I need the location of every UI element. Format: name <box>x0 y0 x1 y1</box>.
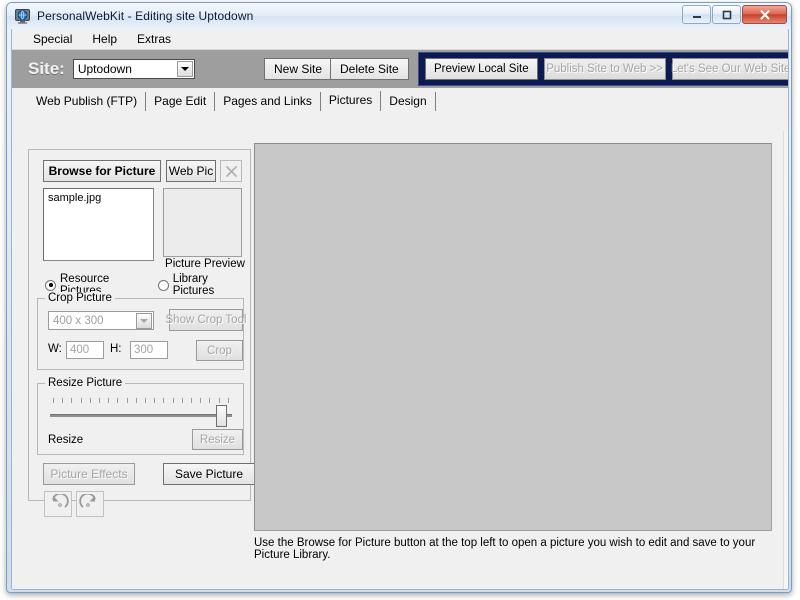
window-title: PersonalWebKit - Editing site Uptodown <box>37 9 254 23</box>
publish-actions-panel: Preview Local Site Publish Site to Web >… <box>418 52 788 86</box>
crop-button: Crop <box>196 340 243 361</box>
crop-picture-title: Crop Picture <box>45 292 115 304</box>
picture-tools-panel: Browse for Picture Web Pic sample.jpg Pi… <box>28 149 255 517</box>
chevron-down-icon[interactable] <box>176 61 193 77</box>
client-area: Special Help Extras Site: Uptodown New S… <box>11 29 789 590</box>
crop-height-input: 300 <box>130 341 168 359</box>
maximize-icon <box>713 6 740 23</box>
site-select-value: Uptodown <box>77 62 132 76</box>
maximize-button[interactable] <box>712 5 741 24</box>
resize-slider-track[interactable] <box>50 414 232 417</box>
new-site-button[interactable]: New Site <box>264 58 333 80</box>
tab-page-edit[interactable]: Page Edit <box>146 92 216 111</box>
radio-library-pictures-label: Library Pictures <box>172 273 215 297</box>
radio-resource-pictures[interactable] <box>45 279 56 291</box>
clear-picture-icon <box>220 160 242 182</box>
list-item[interactable]: sample.jpg <box>48 192 149 204</box>
tab-design[interactable]: Design <box>381 92 436 111</box>
picture-preview-label: Picture Preview <box>165 258 245 270</box>
pictures-tab-panel: Browse for Picture Web Pic sample.jpg Pi… <box>12 131 788 589</box>
crop-width-label: W: <box>48 343 62 355</box>
close-icon <box>743 6 786 23</box>
menu-item-help[interactable]: Help <box>83 30 126 48</box>
resize-slider-thumb[interactable] <box>216 405 227 427</box>
globe-monitor-icon <box>14 8 31 25</box>
save-picture-button[interactable]: Save Picture <box>163 463 255 485</box>
rotate-clockwise-icon[interactable] <box>76 491 104 517</box>
tab-pages-and-links[interactable]: Pages and Links <box>215 92 321 111</box>
resize-slider-ticks <box>53 398 229 404</box>
menu-item-extras[interactable]: Extras <box>128 30 180 48</box>
tab-web-publish-ftp[interactable]: Web Publish (FTP) <box>28 92 147 111</box>
preview-local-site-button[interactable]: Preview Local Site <box>425 58 538 80</box>
picture-file-list[interactable]: sample.jpg <box>43 188 154 261</box>
crop-picture-group: Crop Picture 400 x 300 Show Crop Tool W:… <box>37 292 247 370</box>
minimize-icon <box>683 6 710 23</box>
site-toolbar: Site: Uptodown New Site Delete Site Prev… <box>12 50 788 88</box>
hint-text: Use the Browse for Picture button at the… <box>254 537 756 561</box>
browse-for-picture-button[interactable]: Browse for Picture <box>43 160 161 182</box>
publish-site-to-web-button: Publish Site to Web >> <box>543 58 666 80</box>
crop-width-input: 400 <box>66 341 104 359</box>
application-window: PersonalWebKit - Editing site Uptodown S… <box>6 2 792 593</box>
window-controls <box>682 5 787 24</box>
rotate-counter-clockwise-icon[interactable] <box>44 491 72 517</box>
delete-site-button[interactable]: Delete Site <box>330 58 409 80</box>
tab-pictures[interactable]: Pictures <box>320 91 382 111</box>
lets-see-our-web-site-button: Let's See Our Web Site <box>671 58 788 80</box>
picture-preview-box <box>163 188 242 257</box>
resize-button: Resize <box>192 429 243 450</box>
title-bar: PersonalWebKit - Editing site Uptodown <box>7 3 791 29</box>
chevron-down-icon <box>136 313 152 329</box>
resize-picture-group: Resize Picture Resize Resize <box>37 377 244 455</box>
site-select[interactable]: Uptodown <box>72 59 195 79</box>
menu-item-special[interactable]: Special <box>24 30 81 48</box>
minimize-button[interactable] <box>682 5 711 24</box>
resize-label: Resize <box>48 434 84 446</box>
close-button[interactable] <box>742 5 787 24</box>
tab-strip: Web Publish (FTP) Page Edit Pages and Li… <box>12 88 788 111</box>
resize-picture-title: Resize Picture <box>45 377 126 389</box>
web-pic-button[interactable]: Web Pic <box>166 160 216 182</box>
crop-size-value: 400 x 300 <box>53 314 104 327</box>
show-crop-tool-button: Show Crop Tool <box>166 309 247 331</box>
crop-height-label: H: <box>110 343 122 355</box>
site-label: Site: <box>28 59 65 78</box>
picture-canvas[interactable] <box>254 143 772 531</box>
picture-effects-button: Picture Effects <box>43 463 135 485</box>
radio-library-pictures[interactable] <box>157 279 169 291</box>
crop-size-select: 400 x 300 <box>48 311 154 330</box>
menu-bar: Special Help Extras <box>12 29 788 50</box>
resize-slider[interactable] <box>50 398 232 432</box>
vertical-scrollbar[interactable] <box>783 131 788 589</box>
desktop-background: PersonalWebKit - Editing site Uptodown S… <box>0 0 800 600</box>
